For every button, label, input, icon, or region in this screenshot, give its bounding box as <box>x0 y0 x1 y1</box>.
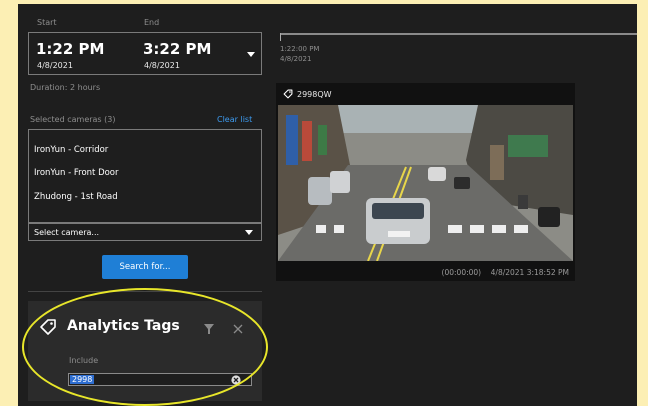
filter-icon[interactable] <box>204 324 214 334</box>
result-meta: (00:00:00) 4/8/2021 3:18:52 PM <box>442 268 569 277</box>
clear-input-icon[interactable] <box>231 375 241 385</box>
camera-item[interactable]: Zhudong - 1st Road <box>34 192 118 202</box>
clear-list-link[interactable]: Clear list <box>217 115 252 124</box>
camera-item[interactable]: IronYun - Corridor <box>34 145 108 155</box>
end-label: End <box>144 18 160 27</box>
chevron-down-icon[interactable] <box>245 230 253 235</box>
tag-icon <box>40 319 56 335</box>
camera-thumbnail[interactable] <box>278 105 573 261</box>
select-camera-dropdown[interactable]: Select camera... <box>28 223 262 241</box>
select-camera-placeholder: Select camera... <box>34 228 100 237</box>
start-date: 4/8/2021 <box>37 61 73 70</box>
app-window: Start End 1:22 PM 4/8/2021 3:22 PM 4/8/2… <box>18 4 637 406</box>
close-icon[interactable] <box>233 324 243 334</box>
divider <box>28 291 262 292</box>
chevron-down-icon[interactable] <box>247 52 255 57</box>
duration-text: Duration: 2 hours <box>30 83 101 92</box>
start-label: Start <box>37 18 57 27</box>
time-range-picker[interactable]: 1:22 PM 4/8/2021 3:22 PM 4/8/2021 <box>28 32 262 75</box>
tag-include-value: 2998 <box>70 375 95 384</box>
selected-cameras-header: Selected cameras (3) <box>30 115 116 124</box>
search-panel: Start End 1:22 PM 4/8/2021 3:22 PM 4/8/2… <box>18 4 270 406</box>
end-time: 3:22 PM <box>143 40 212 58</box>
street-scene-image <box>278 105 573 261</box>
search-button[interactable]: Search for... <box>102 255 188 279</box>
analytics-tags-panel: Analytics Tags Include 2998 <box>28 301 262 401</box>
result-timestamp: 4/8/2021 3:18:52 PM <box>490 268 569 277</box>
include-label: Include <box>69 356 99 365</box>
camera-item[interactable]: IronYun - Front Door <box>34 168 119 178</box>
camera-list: IronYun - Corridor IronYun - Front Door … <box>28 129 262 223</box>
timeline-date: 4/8/2021 <box>280 55 312 63</box>
search-result-card[interactable]: 2998QW (00:00:00) 4/8/2021 3:18:52 PM <box>276 83 575 281</box>
timeline-time: 1:22:00 PM <box>280 45 320 53</box>
timeline-bar[interactable] <box>280 33 637 35</box>
result-tag-label: 2998QW <box>297 90 332 99</box>
analytics-tags-title: Analytics Tags <box>67 318 180 334</box>
end-date: 4/8/2021 <box>144 61 180 70</box>
result-offset: (00:00:00) <box>441 268 482 277</box>
start-time: 1:22 PM <box>36 40 105 58</box>
tag-include-input[interactable]: 2998 <box>68 373 252 386</box>
timeline-marker[interactable] <box>280 33 281 41</box>
tag-icon <box>283 89 293 99</box>
